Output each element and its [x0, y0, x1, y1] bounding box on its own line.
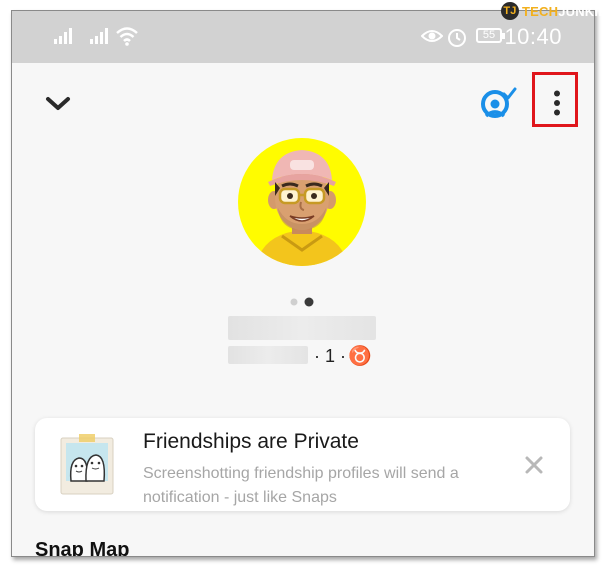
more-vertical-icon[interactable]	[553, 90, 561, 116]
friend-action-icon[interactable]	[480, 85, 518, 121]
techjunkie-logo-icon: TJ	[501, 2, 519, 20]
battery-indicator: 55	[476, 28, 505, 43]
close-icon[interactable]	[524, 455, 544, 475]
privacy-notice-card: Friendships are Private Screenshotting f…	[35, 418, 570, 511]
page-dot-active	[304, 297, 314, 307]
phone-screen: 55 10:40 · 1 · ♉ Friendships are Private…	[11, 10, 595, 557]
alarm-icon	[448, 29, 466, 47]
watermark-text-junkie: JUNKIE	[558, 3, 604, 19]
watermark-text-tech: TECH	[522, 3, 559, 19]
techjunkie-watermark: TJ TECH JUNKIE	[501, 2, 604, 20]
chevron-down-icon[interactable]	[44, 95, 72, 113]
snap-score: · 1 ·	[314, 345, 347, 366]
status-time: 10:40	[504, 24, 562, 49]
username-redacted	[228, 346, 308, 364]
page-indicator	[290, 297, 314, 307]
signal-icon	[54, 28, 72, 44]
display-name-redacted	[228, 316, 376, 340]
polaroid-ghosts-icon	[60, 434, 114, 495]
avatar[interactable]	[238, 138, 366, 266]
signal-icon	[90, 28, 108, 44]
bitmoji-image	[256, 150, 348, 266]
zodiac-icon: ♉	[348, 346, 372, 367]
page-dot	[290, 298, 298, 306]
wifi-icon	[116, 27, 138, 46]
card-title: Friendships are Private	[143, 430, 359, 453]
card-body: Screenshotting friendship profiles will …	[143, 465, 459, 506]
profile-stats: · 1 · ♉	[314, 344, 372, 368]
section-title-snap-map: Snap Map	[35, 539, 130, 557]
eye-icon	[421, 30, 443, 42]
